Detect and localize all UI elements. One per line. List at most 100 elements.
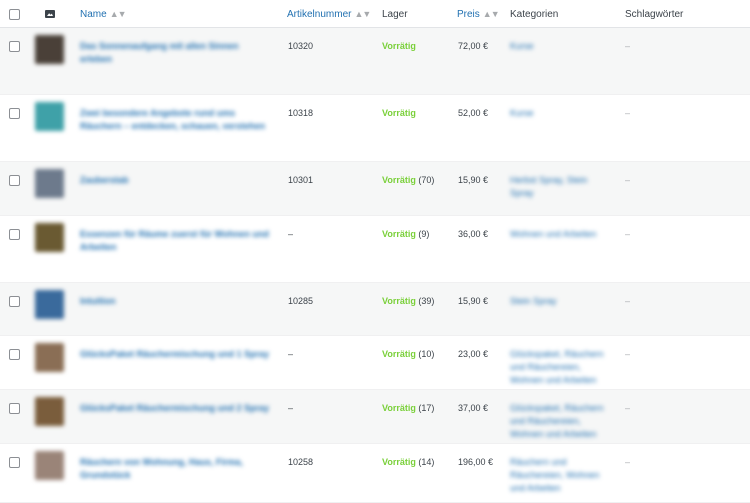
product-tags: – [625, 41, 631, 51]
table-row: Zauberstab 10301 Vorrätig (70) 15,90 € Herbs… [0, 162, 750, 216]
in-stock-label: Vorrätig [382, 175, 416, 185]
table-row: Intuition 10285 Vorrätig (39) 15,90 € Stein … [0, 283, 750, 336]
product-categories[interactable]: Kurse [510, 40, 610, 53]
product-thumbnail[interactable] [35, 343, 64, 372]
product-sku: 10320 [288, 41, 314, 51]
product-sku: 10258 [288, 457, 314, 467]
product-price: 37,00 € [458, 403, 489, 413]
product-sku: 10318 [288, 108, 314, 118]
select-all-checkbox[interactable] [9, 9, 20, 20]
product-thumbnail[interactable] [35, 451, 64, 480]
table-row: Essenzen für Räume zuerst für Wohnen und… [0, 216, 750, 283]
column-header-tags: Schlagwörter [625, 9, 684, 20]
row-checkbox[interactable] [9, 349, 20, 360]
in-stock-label: Vorrätig [382, 349, 416, 359]
row-checkbox[interactable] [9, 296, 20, 307]
stock-quantity: (39) [418, 296, 435, 306]
product-thumbnail[interactable] [35, 290, 64, 319]
sort-icon: ▲▼ [354, 9, 371, 19]
stock-status: Vorrätig (17) [382, 402, 434, 415]
stock-quantity: (17) [418, 403, 435, 413]
column-header-stock: Lager [382, 9, 408, 20]
product-price: 36,00 € [458, 229, 489, 239]
table-row: Räuchern von Wohnung, Haus, Firma, Grund… [0, 444, 750, 503]
product-name-link[interactable]: GlücksPaket Räuchermischung und 2 Spray [80, 402, 270, 415]
product-categories[interactable]: Räuchern und Räuchereien, Wohnen und Arb… [510, 456, 610, 495]
product-price: 52,00 € [458, 108, 489, 118]
table-row: Zwei besondere Angebote rund ums Räucher… [0, 95, 750, 162]
product-categories[interactable]: Glückspaket, Räuchern und Räuchereien, W… [510, 348, 610, 387]
in-stock-label: Vorrätig [382, 403, 416, 413]
product-name-link[interactable]: Räuchern von Wohnung, Haus, Firma, Grund… [80, 456, 270, 482]
product-name-link[interactable]: Zauberstab [80, 174, 270, 187]
product-sku: – [288, 403, 294, 413]
table-row: GlücksPaket Räuchermischung und 2 Spray –… [0, 390, 750, 444]
product-categories[interactable]: Wohnen und Arbeiten [510, 228, 610, 241]
product-name-link[interactable]: GlücksPaket Räuchermischung und 1 Spray [80, 348, 270, 361]
product-tags: – [625, 457, 631, 467]
product-price: 15,90 € [458, 175, 489, 185]
product-price: 196,00 € [458, 457, 494, 467]
in-stock-label: Vorrätig [382, 41, 416, 51]
table-row: GlücksPaket Räuchermischung und 1 Spray –… [0, 336, 750, 390]
product-sku: – [288, 349, 294, 359]
column-header-price-label: Preis [457, 9, 480, 20]
product-categories[interactable]: Kurse [510, 107, 610, 120]
in-stock-label: Vorrätig [382, 229, 416, 239]
product-thumbnail[interactable] [35, 397, 64, 426]
table-body: Das Sonnenaufgang mit allen Sinnen erleb… [0, 28, 750, 503]
column-header-name-label: Name [80, 9, 107, 20]
row-checkbox[interactable] [9, 108, 20, 119]
stock-status: Vorrätig (9) [382, 228, 429, 241]
product-name-link[interactable]: Das Sonnenaufgang mit allen Sinnen erleb… [80, 40, 270, 66]
stock-status: Vorrätig (10) [382, 348, 434, 361]
product-price: 15,90 € [458, 296, 489, 306]
row-checkbox[interactable] [9, 457, 20, 468]
row-checkbox[interactable] [9, 175, 20, 186]
stock-quantity: (9) [418, 229, 430, 239]
product-tags: – [625, 403, 631, 413]
row-checkbox[interactable] [9, 229, 20, 240]
stock-status: Vorrätig (14) [382, 456, 434, 469]
product-price: 72,00 € [458, 41, 489, 51]
product-table: Name ▲▼ Artikelnummer ▲▼ Lager Preis ▲▼ Kat… [0, 0, 750, 503]
product-categories[interactable]: Stein Spray [510, 295, 610, 308]
image-icon [45, 10, 55, 18]
column-header-categories: Kategorien [510, 9, 559, 20]
sort-icon: ▲▼ [482, 9, 500, 19]
product-thumbnail[interactable] [35, 102, 64, 131]
product-tags: – [625, 349, 631, 359]
row-checkbox[interactable] [9, 403, 20, 414]
product-thumbnail[interactable] [35, 169, 64, 198]
in-stock-label: Vorrätig [382, 296, 416, 306]
product-tags: – [625, 108, 631, 118]
stock-quantity: (70) [418, 175, 435, 185]
product-price: 23,00 € [458, 349, 489, 359]
stock-quantity: (14) [418, 457, 435, 467]
table-header: Name ▲▼ Artikelnummer ▲▼ Lager Preis ▲▼ Kat… [0, 0, 750, 28]
in-stock-label: Vorrätig [382, 108, 416, 118]
product-categories[interactable]: Herbst Spray, Stein Spray [510, 174, 610, 200]
product-thumbnail[interactable] [35, 223, 64, 252]
column-header-price[interactable]: Preis ▲▼ [457, 9, 500, 20]
product-sku: 10301 [288, 175, 314, 185]
column-header-sku[interactable]: Artikelnummer ▲▼ [287, 9, 371, 20]
product-thumbnail[interactable] [35, 35, 64, 64]
row-checkbox[interactable] [9, 41, 20, 52]
stock-status: Vorrätig [382, 107, 416, 120]
stock-status: Vorrätig (70) [382, 174, 434, 187]
product-name-link[interactable]: Intuition [80, 295, 270, 308]
stock-status: Vorrätig [382, 40, 416, 53]
table-row: Das Sonnenaufgang mit allen Sinnen erleb… [0, 28, 750, 95]
product-sku: 10285 [288, 296, 314, 306]
product-categories[interactable]: Glückspaket, Räuchern und Räuchereien, W… [510, 402, 610, 441]
product-tags: – [625, 175, 631, 185]
sort-icon: ▲▼ [109, 9, 127, 19]
product-tags: – [625, 229, 631, 239]
product-name-link[interactable]: Essenzen für Räume zuerst für Wohnen und… [80, 228, 270, 254]
stock-status: Vorrätig (39) [382, 295, 434, 308]
column-header-name[interactable]: Name ▲▼ [80, 9, 127, 20]
column-header-sku-label: Artikelnummer [287, 9, 352, 20]
product-name-link[interactable]: Zwei besondere Angebote rund ums Räucher… [80, 107, 270, 133]
in-stock-label: Vorrätig [382, 457, 416, 467]
